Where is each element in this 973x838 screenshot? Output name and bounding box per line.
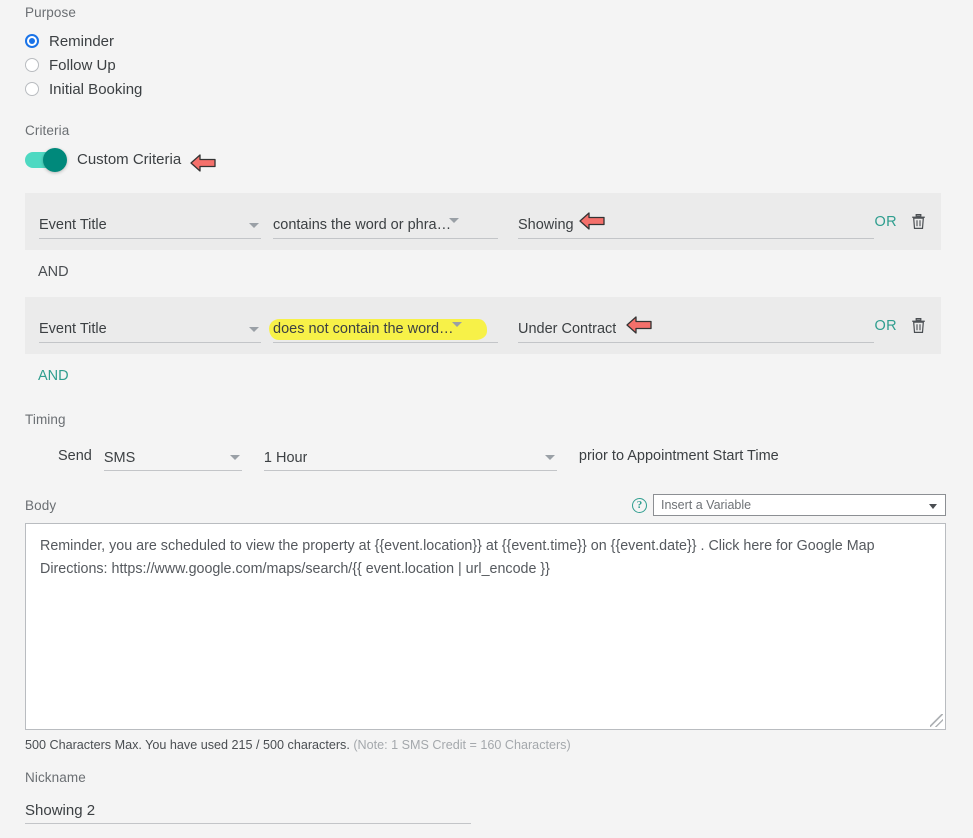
timing-lead-select[interactable]: 1 Hour — [263, 437, 557, 471]
timing-row: Send SMS 1 Hour prior to Appointment Sta… — [25, 437, 955, 471]
criteria-or-button[interactable]: OR — [874, 318, 897, 334]
criteria-attribute-select[interactable]: Event Title — [39, 205, 261, 239]
radio-label: Reminder — [49, 32, 115, 50]
criteria-section: Criteria Custom Criteria — [25, 123, 182, 172]
criteria-attribute-value: Event Title — [39, 218, 107, 233]
resize-handle[interactable] — [930, 714, 943, 727]
radio-indicator — [25, 34, 39, 48]
chevron-down-icon — [929, 504, 937, 509]
radio-label: Initial Booking — [49, 80, 143, 98]
trash-icon — [911, 318, 925, 333]
chevron-down-icon — [229, 455, 240, 460]
trash-icon — [911, 214, 925, 229]
criteria-and-label: AND — [38, 264, 69, 280]
timing-suffix-label: prior to Appointment Start Time — [578, 448, 779, 464]
criteria-row: Event Title contains the word or phra… S… — [25, 193, 941, 250]
body-section: Body ? Insert a Variable Reminder, you a… — [25, 494, 946, 752]
criteria-delete-button[interactable] — [903, 317, 933, 334]
nickname-value: Showing 2 — [25, 802, 96, 819]
purpose-section: Purpose Reminder Follow Up Initial Booki… — [25, 5, 142, 101]
chevron-down-icon — [544, 455, 555, 460]
purpose-label: Purpose — [25, 5, 76, 20]
criteria-or-button[interactable]: OR — [874, 214, 897, 230]
nickname-label: Nickname — [25, 770, 86, 785]
chevron-down-icon — [449, 217, 460, 223]
character-count-main: 500 Characters Max. You have used 215 / … — [25, 738, 350, 752]
criteria-add-and-button[interactable]: AND — [38, 368, 69, 384]
criteria-value-input[interactable]: Under Contract — [518, 309, 874, 343]
nickname-section: Nickname Showing 2 — [25, 770, 471, 824]
toggle-knob — [43, 147, 67, 172]
body-textarea[interactable]: Reminder, you are scheduled to view the … — [25, 523, 946, 730]
timing-channel-select[interactable]: SMS — [103, 437, 242, 471]
chevron-down-icon — [249, 222, 259, 228]
custom-criteria-toggle-label: Custom Criteria — [77, 151, 182, 168]
radio-option-initial-booking[interactable]: Initial Booking — [25, 77, 142, 101]
criteria-operator-select[interactable]: contains the word or phra… — [273, 205, 498, 239]
criteria-delete-button[interactable] — [903, 213, 933, 230]
left-arrow-annotation — [579, 212, 605, 230]
criteria-row: Event Title does not contain the word… U… — [25, 297, 941, 354]
criteria-value-input[interactable]: Showing — [518, 205, 874, 239]
reminder-settings-form: Purpose Reminder Follow Up Initial Booki… — [0, 0, 973, 838]
body-textarea-value: Reminder, you are scheduled to view the … — [40, 538, 879, 578]
criteria-operator-value: contains the word or phra… — [273, 218, 452, 233]
character-count-dim: (Note: 1 SMS Credit = 160 Characters) — [353, 738, 571, 752]
timing-label: Timing — [25, 412, 66, 427]
custom-criteria-toggle[interactable] — [25, 147, 67, 172]
radio-indicator — [25, 82, 39, 96]
character-count-note: 500 Characters Max. You have used 215 / … — [25, 738, 946, 752]
custom-criteria-toggle-row[interactable]: Custom Criteria — [25, 147, 182, 172]
timing-channel-value: SMS — [103, 450, 136, 465]
radio-indicator — [25, 58, 39, 72]
radio-option-follow-up[interactable]: Follow Up — [25, 53, 142, 77]
question-circle-icon[interactable]: ? — [632, 497, 647, 513]
left-arrow-annotation — [190, 154, 216, 172]
nickname-input[interactable]: Showing 2 — [25, 794, 471, 824]
left-arrow-annotation — [626, 316, 652, 334]
body-header: Body ? Insert a Variable — [25, 494, 946, 516]
criteria-value-text: Under Contract — [518, 322, 617, 337]
criteria-attribute-value: Event Title — [39, 322, 107, 337]
timing-lead-value: 1 Hour — [263, 450, 308, 465]
radio-option-reminder[interactable]: Reminder — [25, 29, 142, 53]
criteria-value-text: Showing — [518, 218, 574, 233]
body-label: Body — [25, 497, 57, 513]
chevron-down-icon — [451, 321, 462, 327]
insert-variable-select[interactable]: Insert a Variable — [653, 494, 946, 516]
criteria-operator-value: does not contain the word… — [273, 322, 454, 337]
criteria-attribute-select[interactable]: Event Title — [39, 309, 261, 343]
radio-label: Follow Up — [49, 56, 116, 74]
criteria-operator-select[interactable]: does not contain the word… — [269, 309, 498, 343]
timing-section: Timing Send SMS 1 Hour prior to Appointm… — [25, 412, 955, 471]
chevron-down-icon — [249, 326, 259, 332]
send-label: Send — [58, 448, 92, 464]
criteria-label: Criteria — [25, 123, 70, 138]
insert-variable-value: Insert a Variable — [661, 498, 752, 512]
